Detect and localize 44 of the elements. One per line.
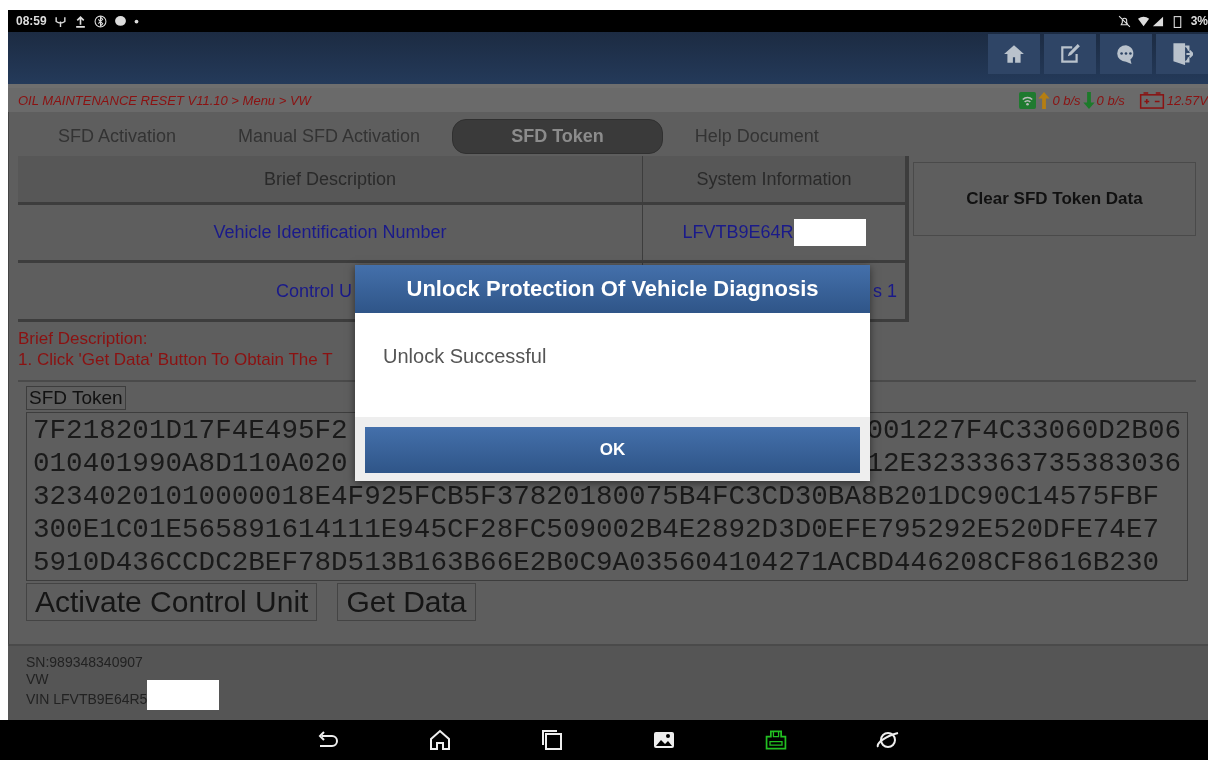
signal-icon [1137,14,1164,28]
car-battery-icon [1138,91,1165,109]
table-cell[interactable]: Vehicle Identification Number [18,205,643,260]
instruction-text: 1. Click 'Get Data' Button To Obtain The T [18,349,333,370]
breadcrumb-path: OIL MAINTENANCE RESET V11.10 > Menu > VW [18,92,311,108]
action-button[interactable]: Activate Control Unit [26,583,318,621]
home-icon[interactable] [428,728,452,752]
edit-icon [1059,43,1081,65]
token-text: 001227F4C33060D2B06 [866,414,1181,447]
home-button[interactable] [988,34,1040,74]
upload-icon [73,14,87,28]
token-text: 5910D436CCDC2BEF78D513B163B66E2B0C9A035604104271ACBD446208CF8616B230 [33,546,1159,579]
home-icon [1003,43,1025,65]
exit-icon [1171,43,1193,65]
download-rate: 0 b/s [1096,92,1125,108]
usb-icon [53,14,67,28]
upload-rate: 0 b/s [1052,92,1081,108]
clear-token-button[interactable]: Clear SFD Token Data [913,162,1196,236]
dialog-title: Unlock Protection Of Vehicle Diagnosis [355,265,870,313]
action-button[interactable]: Get Data [337,583,476,621]
ok-button[interactable]: OK [365,427,860,473]
token-text: 32340201010000018E4F925FCB5F37820180075B4FC3CD30BA8B201DC90C14575FBF [33,480,1159,513]
recent-apps-icon[interactable] [540,728,564,752]
token-text: 7F218201D17F4E495F2 [33,414,348,447]
battery-level: 3% [1190,14,1208,28]
token-text: 300E1C01E565891614111E945CF28FC509002B4E2892D3D0EFE795292E520DFE74E7 [33,513,1159,546]
download-arrow-icon [1082,91,1095,109]
dot-icon [133,18,139,24]
tab[interactable]: SFD Token [452,118,663,154]
token-text: 12E3233363735383036 [866,447,1181,480]
instruction-text: Brief Description: [18,328,148,349]
token-text: 010401990A8D110A020 [33,447,348,480]
exit-button[interactable] [1156,34,1208,74]
clock-time: 08:59 [16,14,47,28]
vci-connector-icon[interactable] [764,728,788,752]
table-cell[interactable]: LFVTB9E64R [643,205,905,260]
token-label: SFD Token [26,386,126,410]
upload-arrow-icon [1038,91,1051,109]
mute-icon [1117,14,1131,28]
wifi-icon [1019,91,1037,109]
bluetooth-icon [93,14,107,28]
edit-button[interactable] [1044,34,1096,74]
dialog-message: Unlock Successful [383,345,547,367]
chat-button[interactable] [1100,34,1152,74]
